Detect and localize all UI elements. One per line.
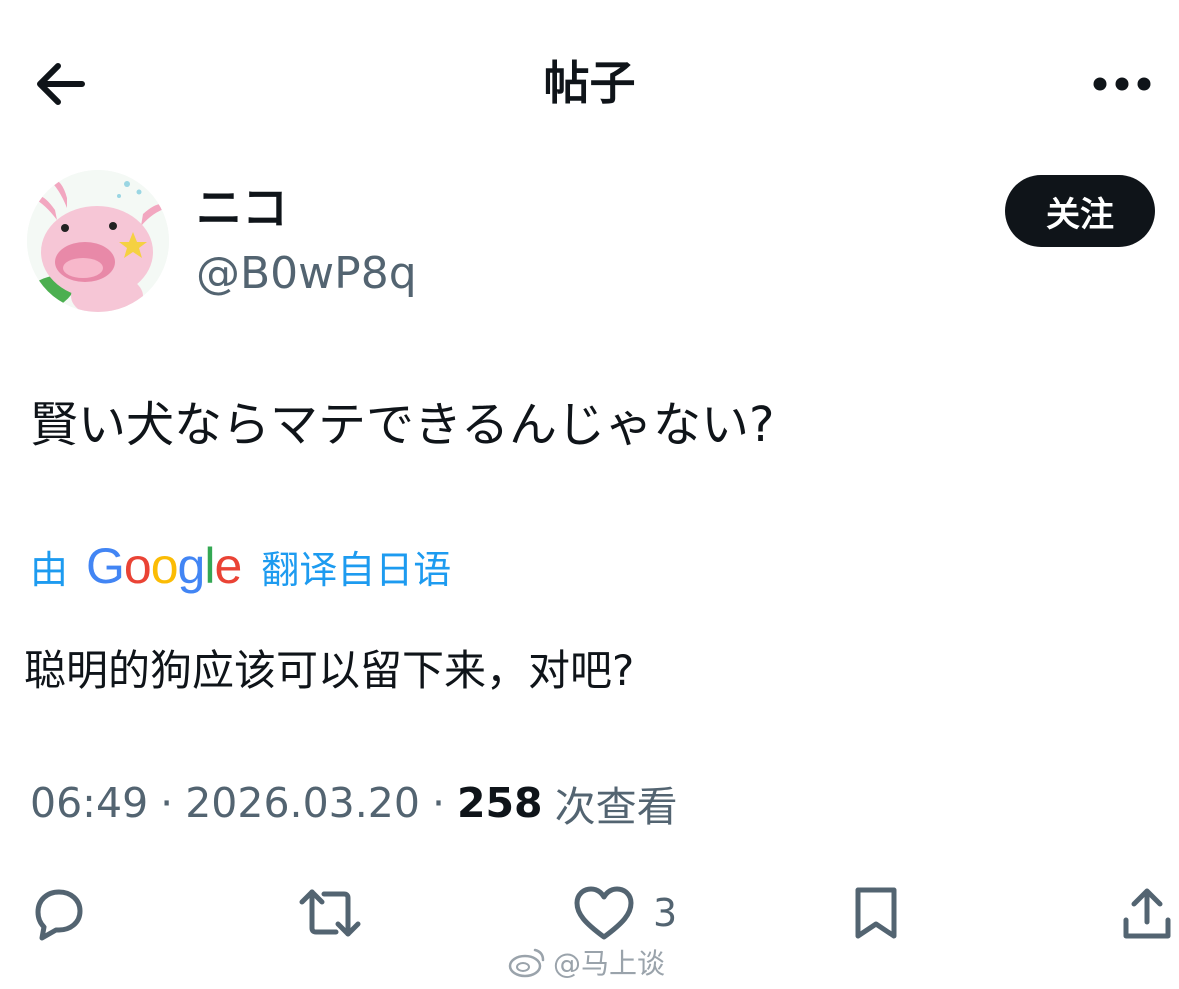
translated-by-label: 由 (30, 547, 69, 592)
more-dots-icon (1093, 77, 1151, 91)
meta-separator: · (431, 779, 445, 827)
follow-button[interactable]: 关注 (1005, 175, 1155, 247)
reply-icon (35, 889, 83, 941)
repost-icon (299, 889, 361, 937)
share-icon (1123, 888, 1171, 939)
post-text: 賢い犬ならマテできるんじゃない? (30, 397, 775, 453)
like-count: 3 (653, 891, 678, 935)
weibo-logo-icon (508, 948, 545, 978)
post-time: 06:49 (30, 779, 149, 827)
post-meta: 06:49 · 2026.03.20 · 258 次查看 (30, 772, 678, 834)
post-date: 2026.03.20 (185, 779, 420, 827)
translated-text: 聪明的狗应该可以留下来，对吧? (24, 646, 635, 695)
heart-icon (574, 886, 634, 940)
bookmark-icon (855, 887, 897, 939)
watermark-text: @马上谈 (553, 947, 666, 980)
google-logo: Google (86, 538, 242, 594)
meta-separator: · (160, 779, 174, 827)
page-title: 帖子 (543, 56, 636, 110)
user-handle[interactable]: @B0wP8q (196, 246, 417, 302)
back-button[interactable] (28, 52, 92, 116)
translated-from-label: 翻译自日语 (261, 547, 452, 592)
display-name[interactable]: ニコ (196, 180, 288, 236)
views-count: 258 (457, 779, 543, 827)
share-button[interactable] (1118, 880, 1176, 946)
like-button[interactable]: 3 (573, 880, 677, 946)
avatar[interactable] (27, 170, 169, 312)
repost-button[interactable] (298, 880, 362, 946)
views-label: 次查看 (554, 783, 678, 831)
axolotl-avatar-icon (27, 170, 169, 312)
watermark: @马上谈 (507, 942, 665, 982)
translation-attribution[interactable]: 由 Google 翻译自日语 (30, 536, 451, 596)
back-arrow-icon (37, 63, 85, 105)
reply-button[interactable] (28, 880, 86, 946)
bookmark-button[interactable] (848, 880, 904, 946)
more-options-button[interactable] (1086, 58, 1158, 110)
